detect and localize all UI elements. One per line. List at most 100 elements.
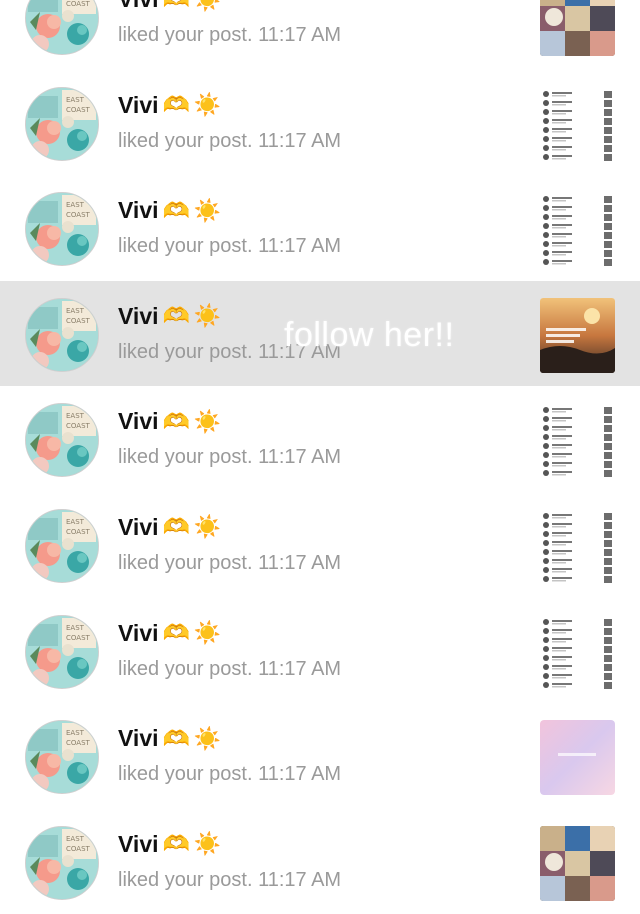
post-thumbnail[interactable] <box>540 508 615 584</box>
sun-emoji-icon: ☀️ <box>193 620 222 646</box>
sun-emoji-icon: ☀️ <box>193 831 222 857</box>
action-text: liked your post. <box>118 657 253 680</box>
svg-text:COAST: COAST <box>66 528 91 536</box>
heart-hands-emoji-icon: 🫶 <box>162 197 190 223</box>
svg-text:EAST: EAST <box>66 624 85 632</box>
heart-hands-emoji-icon: 🫶 <box>162 620 190 646</box>
notification-text: liked your post. 11:17 AM <box>118 24 341 47</box>
svg-text:EAST: EAST <box>66 518 85 526</box>
username[interactable]: Vivi <box>118 0 159 13</box>
notification-text: liked your post. 11:17 AM <box>118 869 341 892</box>
action-text: liked your post. <box>118 446 253 469</box>
notification-text: liked your post. 11:17 AM <box>118 130 341 153</box>
timestamp: 11:17 AM <box>258 657 342 680</box>
username-line[interactable]: Vivi 🫶 ☀️ <box>118 0 221 13</box>
username-line[interactable]: Vivi 🫶 ☀️ <box>118 408 221 435</box>
notification-row[interactable]: EAST COAST Vivi 🫶 ☀️ liked your post. 11… <box>0 491 640 598</box>
post-thumbnail[interactable] <box>540 403 615 479</box>
notification-text: liked your post. 11:17 AM <box>118 658 341 681</box>
timestamp: 11:17 AM <box>258 235 342 258</box>
sun-emoji-icon: ☀️ <box>193 303 222 329</box>
action-text: liked your post. <box>118 24 253 46</box>
notification-list: EAST COAST Vivi 🫶 ☀️ liked your post. 11… <box>0 0 640 914</box>
notification-row[interactable]: EAST COAST Vivi 🫶 ☀️ liked your post. 11… <box>0 808 640 914</box>
svg-text:EAST: EAST <box>66 412 85 420</box>
username-line[interactable]: Vivi 🫶 ☀️ <box>118 725 221 752</box>
username-line[interactable]: Vivi 🫶 ☀️ <box>118 831 221 858</box>
notification-text: liked your post. 11:17 AM <box>118 341 341 364</box>
svg-text:COAST: COAST <box>66 211 91 219</box>
avatar[interactable]: EAST COAST <box>25 508 99 583</box>
notification-row[interactable]: EAST COAST Vivi 🫶 ☀️ liked your post. 11… <box>0 280 640 387</box>
avatar[interactable]: EAST COAST <box>25 403 99 478</box>
avatar[interactable]: EAST COAST <box>25 720 99 795</box>
username[interactable]: Vivi <box>118 408 159 435</box>
sun-emoji-icon: ☀️ <box>193 725 222 751</box>
notification-row[interactable]: EAST COAST Vivi 🫶 ☀️ liked your post. 11… <box>0 0 640 70</box>
sun-emoji-icon: ☀️ <box>193 514 222 540</box>
username-line[interactable]: Vivi 🫶 ☀️ <box>118 197 221 224</box>
username-line[interactable]: Vivi 🫶 ☀️ <box>118 514 221 541</box>
username[interactable]: Vivi <box>118 620 159 647</box>
notification-text: liked your post. 11:17 AM <box>118 235 341 258</box>
post-thumbnail[interactable] <box>540 0 615 56</box>
notification-text: liked your post. 11:17 AM <box>118 552 341 575</box>
svg-text:EAST: EAST <box>66 307 85 315</box>
action-text: liked your post. <box>118 763 253 786</box>
username-line[interactable]: Vivi 🫶 ☀️ <box>118 92 221 119</box>
heart-hands-emoji-icon: 🫶 <box>163 0 190 11</box>
post-thumbnail[interactable] <box>540 86 615 162</box>
svg-text:COAST: COAST <box>66 739 91 747</box>
sun-emoji-icon: ☀️ <box>193 197 222 223</box>
heart-hands-emoji-icon: 🫶 <box>162 725 190 751</box>
svg-text:COAST: COAST <box>66 0 91 8</box>
username-line[interactable]: Vivi 🫶 ☀️ <box>118 303 221 330</box>
avatar[interactable]: EAST COAST <box>25 86 99 161</box>
svg-text:COAST: COAST <box>66 106 91 114</box>
post-thumbnail[interactable] <box>540 825 615 901</box>
svg-text:COAST: COAST <box>66 422 91 430</box>
username[interactable]: Vivi <box>118 303 159 330</box>
notification-row[interactable]: EAST COAST Vivi 🫶 ☀️ liked your post. 11… <box>0 386 640 492</box>
svg-text:EAST: EAST <box>66 729 85 737</box>
timestamp: 11:17 AM <box>258 763 342 786</box>
action-text: liked your post. <box>118 235 253 258</box>
notification-row[interactable]: EAST COAST Vivi 🫶 ☀️ liked your post. 11… <box>0 597 640 704</box>
avatar[interactable]: EAST COAST <box>25 614 99 689</box>
svg-text:COAST: COAST <box>66 845 91 853</box>
heart-hands-emoji-icon: 🫶 <box>162 408 190 434</box>
timestamp: 11:17 AM <box>258 129 342 152</box>
notification-row[interactable]: EAST COAST Vivi 🫶 ☀️ liked your post. 11… <box>0 175 640 281</box>
username[interactable]: Vivi <box>118 725 159 752</box>
post-thumbnail[interactable] <box>540 297 615 373</box>
notification-row[interactable]: EAST COAST Vivi 🫶 ☀️ liked your post. 11… <box>0 69 640 176</box>
notification-text: liked your post. 11:17 AM <box>118 446 341 469</box>
notification-row[interactable]: EAST COAST Vivi 🫶 ☀️ liked your post. 11… <box>0 703 640 809</box>
post-thumbnail[interactable] <box>540 192 615 268</box>
avatar[interactable]: EAST COAST <box>25 297 99 372</box>
svg-text:COAST: COAST <box>66 317 91 325</box>
timestamp: 11:17 AM <box>258 340 342 363</box>
username-line[interactable]: Vivi 🫶 ☀️ <box>118 620 221 647</box>
timestamp: 11:17 AM <box>258 868 342 891</box>
action-text: liked your post. <box>118 868 253 891</box>
action-text: liked your post. <box>118 129 253 152</box>
avatar[interactable]: EAST COAST <box>25 825 99 900</box>
heart-hands-emoji-icon: 🫶 <box>162 514 190 540</box>
timestamp: 11:17 AM <box>258 446 342 469</box>
heart-hands-emoji-icon: 🫶 <box>162 831 190 857</box>
timestamp: 11:17 AM <box>258 551 342 574</box>
username[interactable]: Vivi <box>118 197 159 224</box>
post-thumbnail[interactable] <box>540 720 615 796</box>
sun-emoji-icon: ☀️ <box>193 92 222 118</box>
heart-hands-emoji-icon: 🫶 <box>162 303 190 329</box>
avatar[interactable]: EAST COAST <box>25 0 99 55</box>
username[interactable]: Vivi <box>118 831 159 858</box>
svg-text:EAST: EAST <box>66 835 85 843</box>
svg-text:COAST: COAST <box>66 634 91 642</box>
avatar[interactable]: EAST COAST <box>25 192 99 267</box>
username[interactable]: Vivi <box>118 92 159 119</box>
timestamp: 11:17 AM <box>258 24 342 46</box>
username[interactable]: Vivi <box>118 514 159 541</box>
post-thumbnail[interactable] <box>540 614 615 690</box>
